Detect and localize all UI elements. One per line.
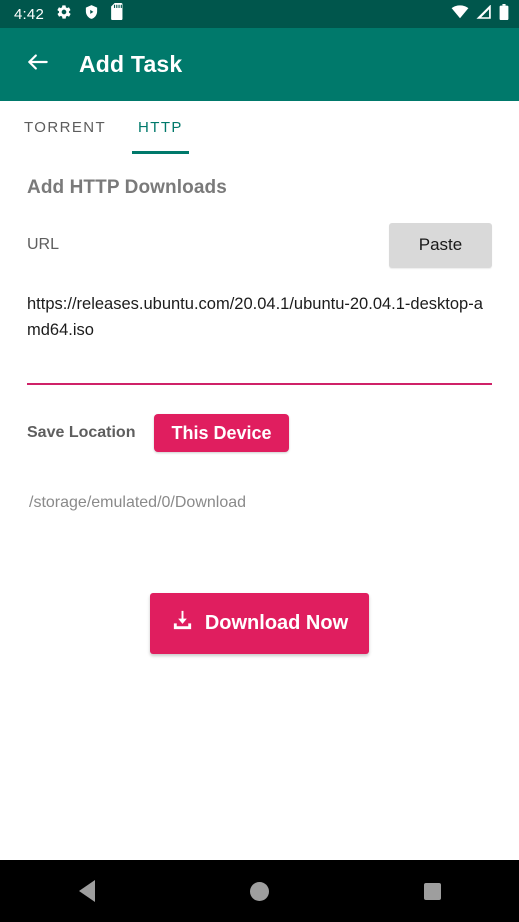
wifi-icon <box>451 4 469 24</box>
home-circle-icon <box>250 881 269 901</box>
url-input[interactable]: https://releases.ubuntu.com/20.04.1/ubun… <box>27 291 492 385</box>
tab-bar: TORRENT HTTP <box>0 101 519 154</box>
url-input-value: https://releases.ubuntu.com/20.04.1/ubun… <box>27 295 483 339</box>
sd-card-icon <box>111 3 124 25</box>
download-now-label: Download Now <box>204 612 349 634</box>
tab-http[interactable]: HTTP <box>122 101 199 154</box>
status-time: 4:42 <box>14 5 44 23</box>
back-triangle-icon <box>78 880 95 902</box>
navigation-bar <box>0 860 519 922</box>
battery-icon <box>499 3 509 25</box>
tab-torrent[interactable]: TORRENT <box>8 101 122 154</box>
download-icon <box>171 609 194 638</box>
section-title: Add HTTP Downloads <box>27 177 227 198</box>
url-row: URL Paste <box>27 222 492 268</box>
page-title: Add Task <box>79 51 183 77</box>
save-location-row: Save Location This Device <box>27 414 492 452</box>
recents-square-icon <box>424 882 441 900</box>
download-button-wrap: Download Now <box>27 593 492 654</box>
save-location-label: Save Location <box>27 424 136 441</box>
paste-button[interactable]: Paste <box>389 222 492 268</box>
arrow-left-icon <box>25 49 51 80</box>
shield-play-icon <box>84 4 99 25</box>
gear-icon <box>56 4 72 25</box>
download-now-button[interactable]: Download Now <box>150 593 369 654</box>
nav-recents-button[interactable] <box>398 860 468 922</box>
this-device-button[interactable]: This Device <box>154 414 289 452</box>
main-content: Add HTTP Downloads URL Paste https://rel… <box>0 177 519 654</box>
url-label: URL <box>27 236 60 253</box>
status-bar: 4:42 <box>0 0 519 28</box>
back-button[interactable] <box>16 43 60 87</box>
nav-home-button[interactable] <box>225 860 295 922</box>
cellular-signal-icon <box>476 3 492 24</box>
status-bar-right <box>451 3 509 25</box>
nav-back-button[interactable] <box>52 860 122 922</box>
status-bar-left: 4:42 <box>14 3 451 25</box>
app-bar: Add Task <box>0 28 519 101</box>
save-path-value: /storage/emulated/0/Download <box>29 494 247 511</box>
